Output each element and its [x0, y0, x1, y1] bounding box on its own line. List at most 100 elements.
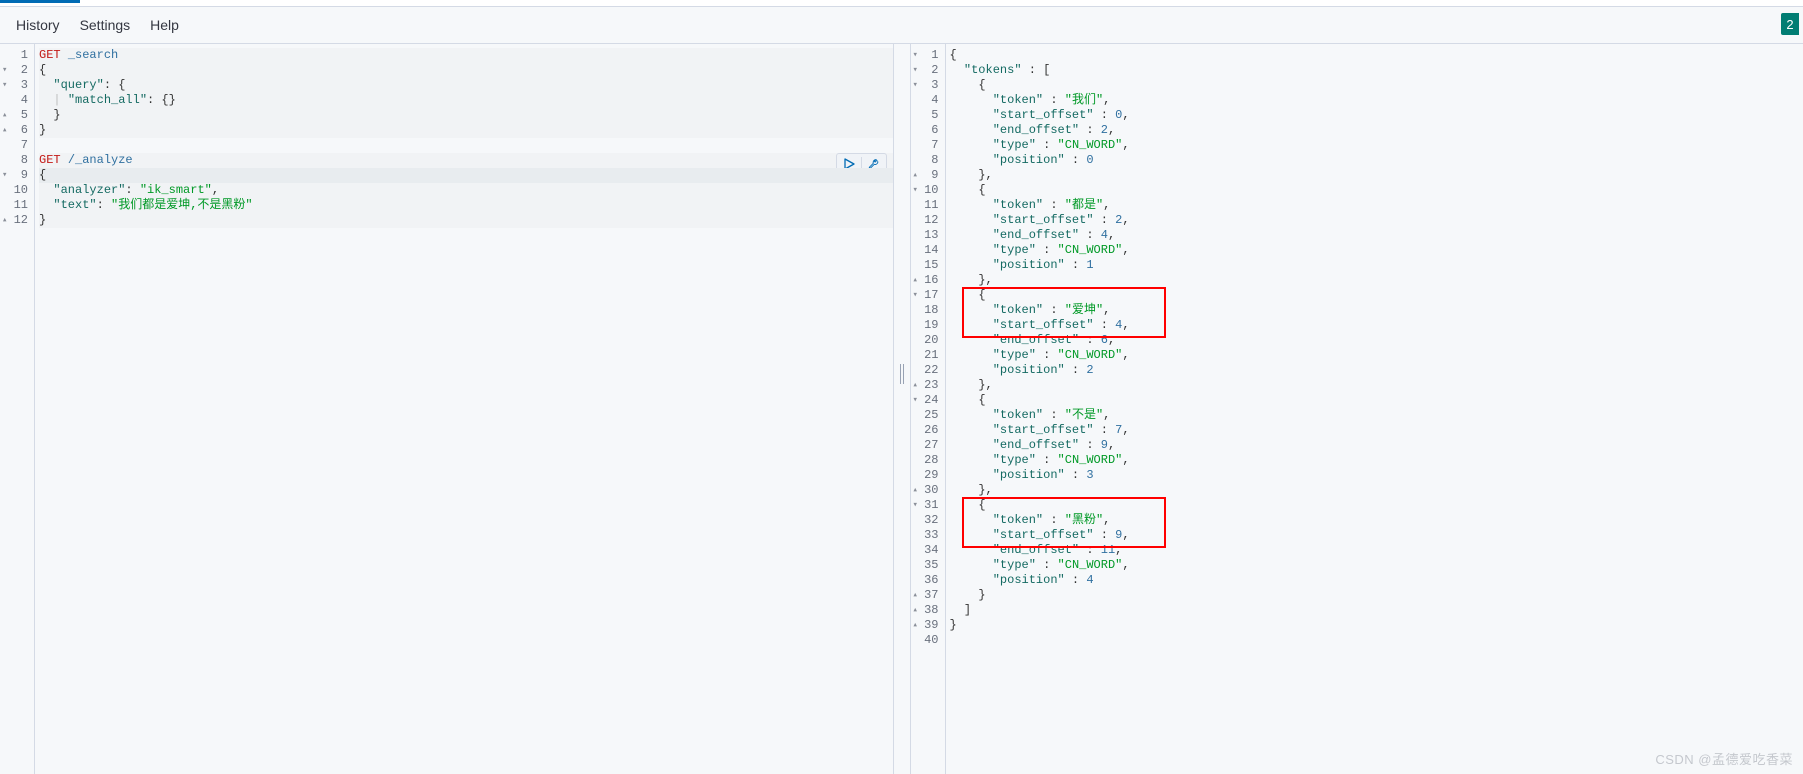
fold-toggle-icon[interactable]: ▴	[913, 276, 918, 285]
code-line[interactable]: {	[39, 168, 893, 183]
line-number: 6	[911, 123, 939, 138]
editor-split: 12▾3▾45▴6▴789▾101112▴ GET _search{ "quer…	[0, 44, 1803, 774]
line-number: 13	[911, 228, 939, 243]
line-number: 10	[0, 183, 28, 198]
line-number: 1	[0, 48, 28, 63]
code-line[interactable]: "text": "我们都是爱坤,不是黑粉"	[39, 198, 893, 213]
code-line[interactable]: GET /_analyze	[39, 153, 893, 168]
fold-toggle-icon[interactable]: ▴	[2, 216, 7, 225]
response-gutter: 1▾2▾3▾456789▴10▾111213141516▴17▾18192021…	[911, 44, 946, 774]
fold-toggle-icon[interactable]: ▴	[913, 171, 918, 180]
code-line: "start_offset" : 4,	[950, 318, 1803, 333]
line-number: 18	[911, 303, 939, 318]
code-line: "type" : "CN_WORD",	[950, 348, 1803, 363]
fold-toggle-icon[interactable]: ▴	[913, 621, 918, 630]
line-number: 32	[911, 513, 939, 528]
code-line: "token" : "不是",	[950, 408, 1803, 423]
menu-help[interactable]: Help	[150, 17, 179, 33]
line-number: 29	[911, 468, 939, 483]
fold-toggle-icon[interactable]: ▾	[913, 66, 918, 75]
code-line[interactable]: }	[39, 213, 893, 228]
code-line: }	[950, 618, 1803, 633]
code-line: "start_offset" : 0,	[950, 108, 1803, 123]
watermark: CSDN @孟德爱吃香菜	[1655, 749, 1793, 768]
request-editor[interactable]: GET _search{ "query": { | "match_all": {…	[35, 44, 893, 774]
line-number: 12	[911, 213, 939, 228]
fold-toggle-icon[interactable]: ▾	[913, 186, 918, 195]
code-line: "tokens" : [	[950, 63, 1803, 78]
line-number: 4	[911, 93, 939, 108]
notification-badge[interactable]: 2	[1781, 13, 1799, 35]
code-line: "start_offset" : 2,	[950, 213, 1803, 228]
line-number: 7	[0, 138, 28, 153]
code-line: "token" : "我们",	[950, 93, 1803, 108]
code-line: },	[950, 483, 1803, 498]
code-line[interactable]: }	[39, 123, 893, 138]
line-number: 6▴	[0, 123, 28, 138]
line-number: 1▾	[911, 48, 939, 63]
line-number: 4	[0, 93, 28, 108]
code-line: "end_offset" : 11,	[950, 543, 1803, 558]
fold-toggle-icon[interactable]: ▴	[2, 126, 7, 135]
line-number: 27	[911, 438, 939, 453]
line-number: 33	[911, 528, 939, 543]
code-line: "end_offset" : 4,	[950, 228, 1803, 243]
fold-toggle-icon[interactable]: ▾	[913, 501, 918, 510]
code-line[interactable]: "analyzer": "ik_smart",	[39, 183, 893, 198]
app-root: History Settings Help 2 12▾3▾45▴6▴789▾10…	[0, 0, 1803, 774]
code-line: "position" : 4	[950, 573, 1803, 588]
tab-strip	[0, 0, 1803, 7]
menu-history[interactable]: History	[16, 17, 60, 33]
code-line: {	[950, 78, 1803, 93]
line-number: 39▴	[911, 618, 939, 633]
line-number: 17▾	[911, 288, 939, 303]
line-number: 5▴	[0, 108, 28, 123]
fold-toggle-icon[interactable]: ▾	[913, 81, 918, 90]
line-number: 21	[911, 348, 939, 363]
fold-toggle-icon[interactable]: ▾	[2, 66, 7, 75]
line-number: 5	[911, 108, 939, 123]
code-line: {	[950, 393, 1803, 408]
code-line: "position" : 2	[950, 363, 1803, 378]
code-line[interactable]: }	[39, 108, 893, 123]
code-line: }	[950, 588, 1803, 603]
code-line: {	[950, 48, 1803, 63]
split-divider[interactable]	[893, 44, 911, 774]
line-number: 3▾	[911, 78, 939, 93]
line-number: 11	[911, 198, 939, 213]
code-line[interactable]: {	[39, 63, 893, 78]
code-line: "token" : "爱坤",	[950, 303, 1803, 318]
code-line: "type" : "CN_WORD",	[950, 453, 1803, 468]
code-line: },	[950, 273, 1803, 288]
fold-toggle-icon[interactable]: ▴	[913, 606, 918, 615]
fold-toggle-icon[interactable]: ▾	[913, 396, 918, 405]
fold-toggle-icon[interactable]: ▴	[913, 591, 918, 600]
response-pane: 1▾2▾3▾456789▴10▾111213141516▴17▾18192021…	[911, 44, 1803, 774]
fold-toggle-icon[interactable]: ▾	[2, 81, 7, 90]
line-number: 3▾	[0, 78, 28, 93]
code-line: "end_offset" : 9,	[950, 438, 1803, 453]
code-line[interactable]: | "match_all": {}	[39, 93, 893, 108]
line-number: 10▾	[911, 183, 939, 198]
fold-toggle-icon[interactable]: ▴	[913, 381, 918, 390]
fold-toggle-icon[interactable]: ▾	[2, 171, 7, 180]
line-number: 40	[911, 633, 939, 648]
line-number: 8	[911, 153, 939, 168]
fold-toggle-icon[interactable]: ▴	[2, 111, 7, 120]
request-gutter: 12▾3▾45▴6▴789▾101112▴	[0, 44, 35, 774]
fold-toggle-icon[interactable]: ▾	[913, 51, 918, 60]
fold-toggle-icon[interactable]: ▾	[913, 291, 918, 300]
code-line: {	[950, 498, 1803, 513]
code-line: "type" : "CN_WORD",	[950, 138, 1803, 153]
code-line: {	[950, 288, 1803, 303]
code-line[interactable]	[39, 138, 893, 153]
code-line[interactable]: "query": {	[39, 78, 893, 93]
menu-settings[interactable]: Settings	[80, 17, 131, 33]
fold-toggle-icon[interactable]: ▴	[913, 486, 918, 495]
code-line[interactable]: GET _search	[39, 48, 893, 63]
line-number: 22	[911, 363, 939, 378]
line-number: 38▴	[911, 603, 939, 618]
line-number: 2▾	[0, 63, 28, 78]
response-viewer: { "tokens" : [ { "token" : "我们", "start_…	[946, 44, 1803, 774]
line-number: 35	[911, 558, 939, 573]
